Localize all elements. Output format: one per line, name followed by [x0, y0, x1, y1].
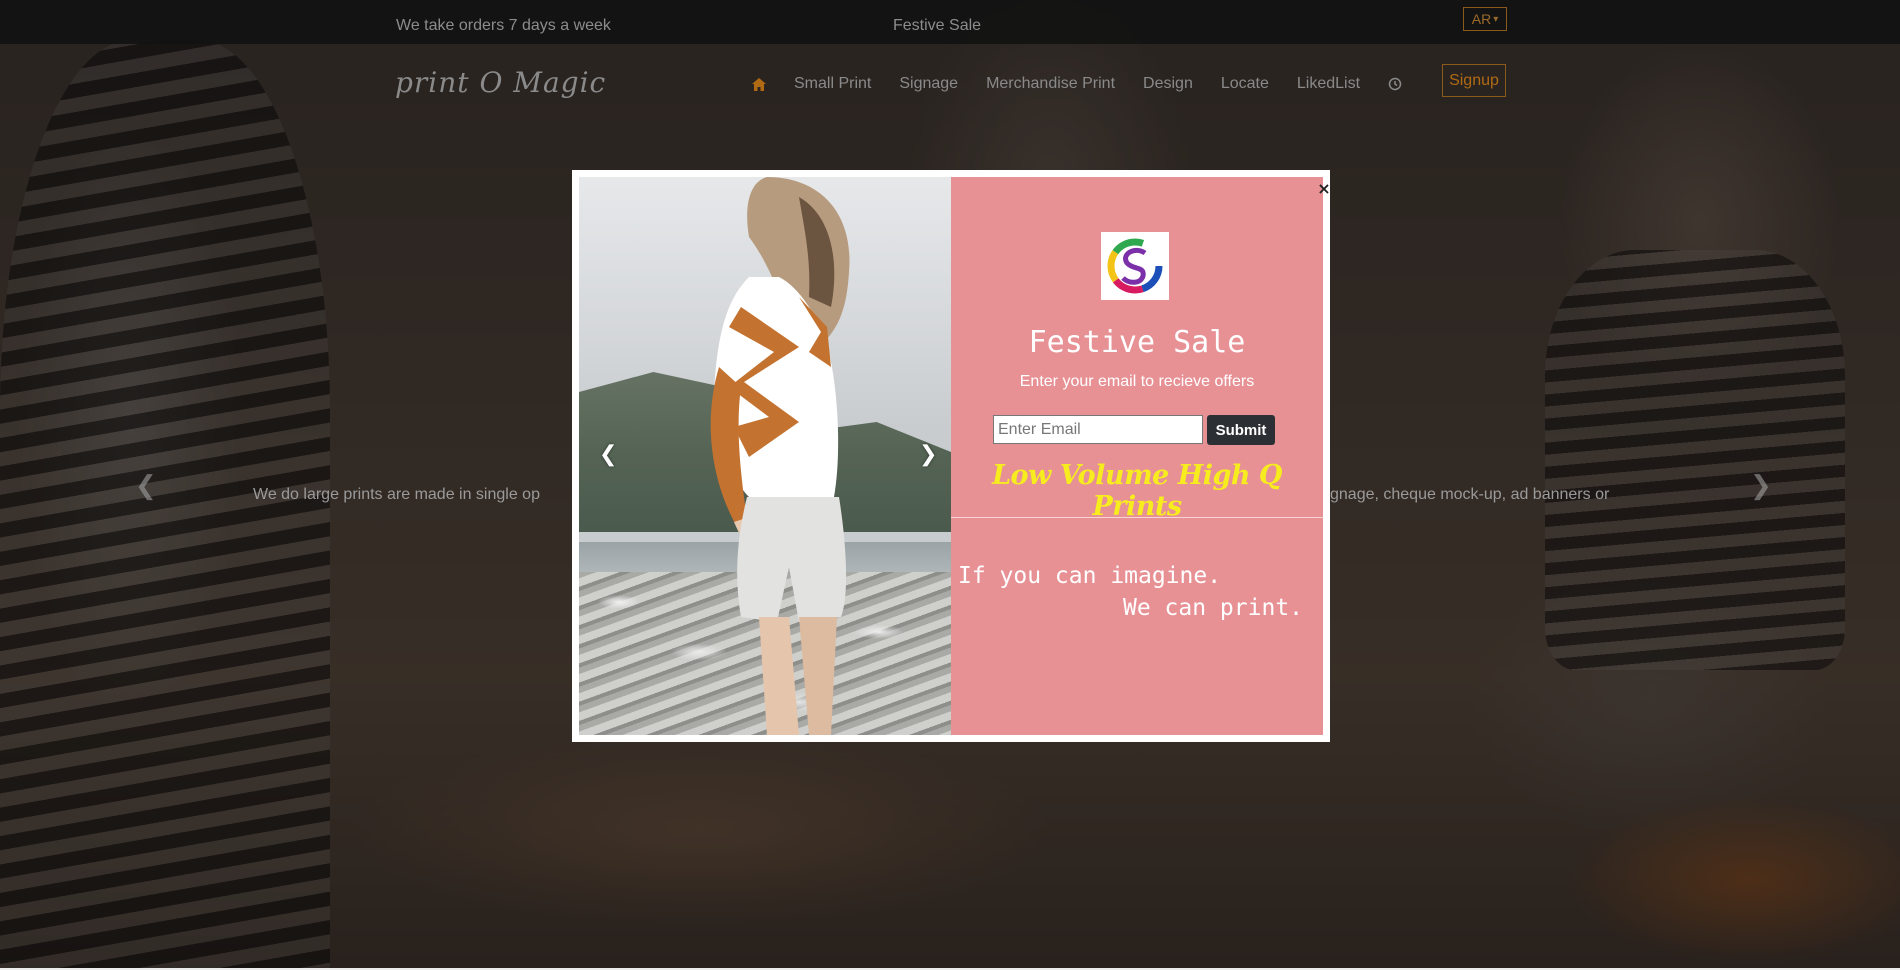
tagline-line-2: We can print. — [1123, 595, 1304, 621]
main-nav: Small Print Signage Merchandise Print De… — [752, 74, 1440, 94]
modal-image-carousel: ❮ ❯ — [579, 177, 951, 735]
history-icon[interactable] — [1388, 77, 1402, 91]
language-select[interactable]: AR ▾ — [1463, 7, 1507, 31]
signup-button[interactable]: Signup — [1442, 64, 1506, 97]
top-bar-message: We take orders 7 days a week — [396, 17, 611, 34]
nav-link-likedlist[interactable]: LikedList — [1297, 75, 1360, 93]
nav-link-signage[interactable]: Signage — [899, 75, 958, 93]
carousel-next-icon[interactable]: ❯ — [919, 441, 937, 467]
email-input[interactable] — [993, 415, 1203, 444]
carousel-photo-model — [710, 177, 850, 735]
hero-next-arrow-icon[interactable]: ❯ — [1750, 470, 1772, 500]
hero-prev-arrow-icon[interactable]: ❮ — [135, 470, 157, 500]
carousel-prev-icon[interactable]: ❮ — [599, 441, 617, 467]
hero-caption: We do large prints are made in single op — [253, 486, 540, 503]
language-value: AR — [1471, 11, 1492, 27]
nav-link-locate[interactable]: Locate — [1221, 75, 1269, 93]
modal-subtitle: Enter your email to recieve offers — [1019, 373, 1255, 390]
nav-link-merchandise-print[interactable]: Merchandise Print — [986, 75, 1115, 93]
modal-title: Festive Sale — [1028, 325, 1246, 360]
chevron-down-icon: ▾ — [1493, 13, 1499, 25]
s-logo-icon — [1101, 232, 1169, 300]
home-icon[interactable] — [752, 77, 766, 91]
nav-link-small-print[interactable]: Small Print — [794, 75, 871, 93]
brand-logo[interactable]: print O Magic — [395, 66, 606, 99]
festive-sale-modal: ❮ ❯ Festive Sale Enter your email to rec… — [572, 170, 1331, 742]
top-bar: We take orders 7 days a week Festive Sal… — [0, 0, 1900, 44]
panel-divider — [951, 517, 1323, 518]
top-bar-promo: Festive Sale — [893, 17, 982, 34]
signup-offer-panel: Festive Sale Enter your email to recieve… — [951, 177, 1323, 735]
tagline-line-1: If you can imagine. — [958, 563, 1222, 589]
hero-caption-continued: gnage, cheque mock-up, ad banners or — [1330, 486, 1610, 503]
close-icon[interactable]: × — [1316, 181, 1332, 197]
submit-button[interactable]: Submit — [1207, 415, 1275, 445]
nav-link-design[interactable]: Design — [1143, 75, 1193, 93]
slogan-text: Low Volume High Q Prints — [992, 460, 1282, 522]
modal-content: ❮ ❯ Festive Sale Enter your email to rec… — [579, 177, 1331, 735]
